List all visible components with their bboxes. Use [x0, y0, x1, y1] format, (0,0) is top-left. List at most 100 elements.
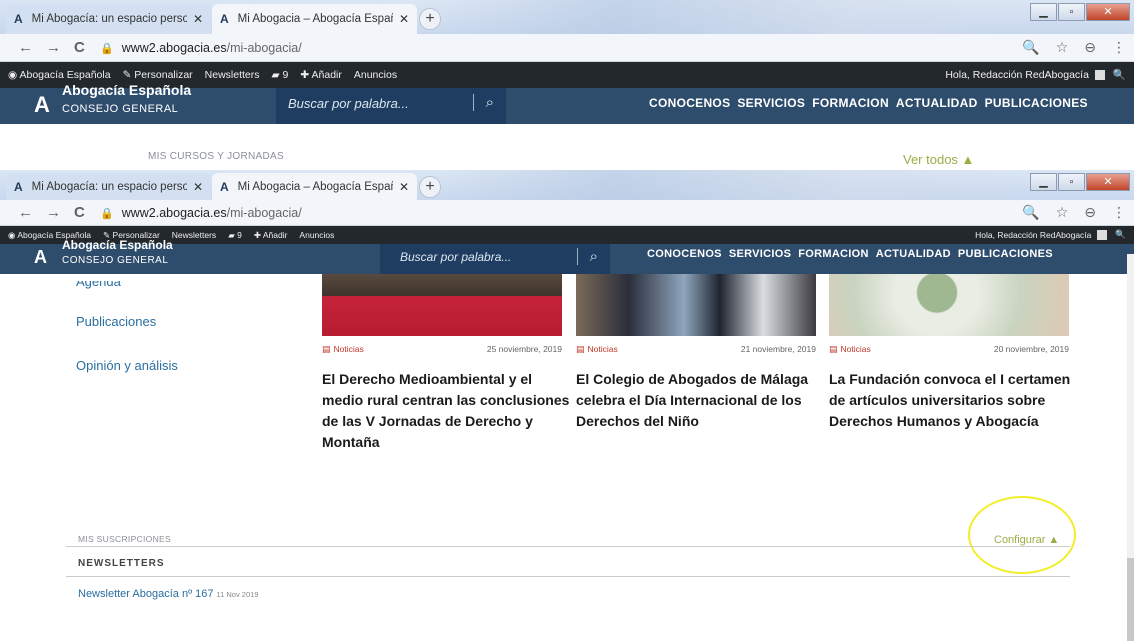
- sidebar-item-agenda[interactable]: Agenda: [76, 281, 121, 289]
- admin-user-menu[interactable]: Hola, Redacción RedAbogacía 🔍: [975, 229, 1126, 240]
- category-tag[interactable]: ▤ Noticias: [829, 344, 871, 355]
- profile-icon[interactable]: ⊖: [1084, 204, 1096, 221]
- tab-strip: A Mi Abogacía: un espacio persona ✕ A Mi…: [0, 170, 1134, 204]
- site-search-input[interactable]: Buscar por palabra... ⌕: [380, 244, 610, 274]
- admin-ads-link[interactable]: Anuncios: [354, 69, 397, 81]
- bookmark-star-icon[interactable]: ☆: [1056, 204, 1069, 221]
- menu-icon[interactable]: ⋮: [1112, 39, 1126, 56]
- scrollbar-thumb[interactable]: [1127, 558, 1134, 641]
- nav-conocenos[interactable]: CONOCENOS: [647, 248, 722, 260]
- window-close-icon[interactable]: ✕: [1086, 173, 1130, 191]
- news-title[interactable]: La Fundación convoca el I certamen de ar…: [829, 369, 1079, 432]
- admin-add-link[interactable]: ✚ Añadir: [300, 69, 342, 81]
- admin-customize-link[interactable]: ✎ Personalizar: [123, 69, 193, 81]
- sidebar-item-publicaciones[interactable]: Publicaciones: [76, 314, 156, 329]
- reload-icon[interactable]: C: [74, 39, 85, 56]
- nav-servicios[interactable]: SERVICIOS: [737, 96, 805, 110]
- minimize-icon[interactable]: ▁: [1030, 173, 1057, 191]
- nav-formacion[interactable]: FORMACION: [812, 96, 889, 110]
- divider: [66, 546, 1070, 547]
- admin-ads-link[interactable]: Anuncios: [299, 230, 334, 240]
- news-category-icon: ▤: [322, 344, 331, 354]
- my-courses-label: MIS CURSOS Y JORNADAS: [148, 151, 284, 162]
- favicon-icon: A: [220, 179, 229, 194]
- avatar: [1097, 229, 1108, 240]
- reload-icon[interactable]: C: [74, 204, 85, 221]
- news-image[interactable]: [322, 274, 562, 336]
- news-image[interactable]: [829, 274, 1069, 336]
- news-title[interactable]: El Derecho Medioambiental y el medio rur…: [322, 369, 572, 453]
- new-tab-button[interactable]: +: [419, 176, 441, 198]
- tab-mi-abogacia-espacio[interactable]: A Mi Abogacía: un espacio persona ✕: [6, 173, 211, 200]
- news-date: 21 noviembre, 2019: [740, 344, 816, 354]
- newsletters-heading: NEWSLETTERS: [78, 558, 165, 569]
- sidebar-item-opinion[interactable]: Opinión y análisis: [76, 358, 178, 373]
- nav-actualidad[interactable]: ACTUALIDAD: [876, 248, 951, 260]
- favicon-icon: A: [14, 12, 23, 26]
- scrollbar-track[interactable]: [1127, 254, 1134, 558]
- newsletter-item[interactable]: Newsletter Abogacía nº 167 11 Nov 2019: [78, 588, 258, 600]
- news-image[interactable]: [576, 274, 816, 336]
- minimize-icon[interactable]: ▁: [1030, 3, 1057, 21]
- admin-search-icon[interactable]: 🔍: [1115, 229, 1126, 240]
- highlight-circle: [968, 496, 1076, 574]
- tab-mi-abogacia-espacio[interactable]: A Mi Abogacía: un espacio persona ✕: [6, 4, 211, 34]
- forward-icon[interactable]: →: [46, 204, 61, 221]
- forward-icon[interactable]: →: [46, 39, 61, 56]
- site-header: A Abogacía Española CONSEJO GENERAL Busc…: [0, 82, 1134, 124]
- admin-site-link[interactable]: ◉ Abogacía Española: [8, 69, 111, 81]
- window-close-icon[interactable]: ✕: [1086, 3, 1130, 21]
- address-bar[interactable]: 🔒 www2.abogacia.es/mi-abogacia/: [100, 202, 1095, 224]
- admin-newsletters-link[interactable]: Newsletters: [205, 69, 260, 81]
- profile-icon[interactable]: ⊖: [1084, 39, 1096, 56]
- maximize-icon[interactable]: ▫: [1058, 3, 1085, 21]
- category-tag[interactable]: ▤ Noticias: [576, 344, 618, 355]
- close-tab-icon[interactable]: ✕: [193, 180, 203, 194]
- news-title[interactable]: El Colegio de Abogados de Málaga celebra…: [576, 369, 826, 432]
- tab-mi-abogacia[interactable]: A Mi Abogacia – Abogacía Español ✕: [212, 4, 417, 34]
- screenshot-bottom: A Mi Abogacía: un espacio persona ✕ A Mi…: [0, 170, 1134, 641]
- back-icon[interactable]: ←: [18, 39, 33, 56]
- nav-formacion[interactable]: FORMACION: [798, 248, 869, 260]
- close-tab-icon[interactable]: ✕: [399, 12, 409, 26]
- tab-mi-abogacia[interactable]: A Mi Abogacia – Abogacía Español ✕: [212, 173, 417, 200]
- address-bar[interactable]: 🔒 www2.abogacia.es/mi-abogacia/: [100, 37, 1095, 59]
- news-category-icon: ▤: [829, 344, 838, 354]
- admin-newsletters-link[interactable]: Newsletters: [172, 230, 216, 240]
- my-subscriptions-label: MIS SUSCRIPCIONES: [78, 534, 171, 544]
- admin-search-icon[interactable]: 🔍: [1113, 68, 1126, 81]
- see-all-link[interactable]: Ver todos ▲: [903, 152, 974, 167]
- site-search-input[interactable]: Buscar por palabra... ⌕: [276, 88, 506, 124]
- admin-comments-link[interactable]: ▰ 9: [228, 230, 242, 241]
- admin-add-link[interactable]: ✚ Añadir: [254, 230, 288, 241]
- lock-icon: 🔒: [100, 42, 114, 55]
- avatar: [1094, 69, 1105, 80]
- bookmark-star-icon[interactable]: ☆: [1056, 39, 1069, 56]
- new-tab-button[interactable]: +: [419, 8, 441, 30]
- close-tab-icon[interactable]: ✕: [193, 12, 203, 26]
- favicon-icon: A: [220, 12, 229, 26]
- admin-user-menu[interactable]: Hola, Redacción RedAbogacía 🔍: [945, 68, 1126, 82]
- nav-publicaciones[interactable]: PUBLICACIONES: [985, 96, 1088, 110]
- nav-conocenos[interactable]: CONOCENOS: [649, 96, 730, 110]
- search-icon[interactable]: ⌕: [472, 94, 494, 111]
- zoom-icon[interactable]: 🔍: [1022, 204, 1039, 221]
- nav-actualidad[interactable]: ACTUALIDAD: [896, 96, 978, 110]
- nav-servicios[interactable]: SERVICIOS: [729, 248, 791, 260]
- maximize-icon[interactable]: ▫: [1058, 173, 1085, 191]
- site-header: A Abogacía Española CONSEJO GENERAL Busc…: [0, 238, 1134, 274]
- search-icon[interactable]: ⌕: [576, 248, 598, 265]
- admin-comments-link[interactable]: ▰ 9: [272, 69, 289, 81]
- news-card[interactable]: ▤ Noticias 25 noviembre, 2019 El Derecho M…: [322, 274, 569, 453]
- category-tag[interactable]: ▤ Noticias: [322, 344, 364, 355]
- menu-icon[interactable]: ⋮: [1112, 204, 1126, 221]
- nav-publicaciones[interactable]: PUBLICACIONES: [958, 248, 1053, 260]
- zoom-icon[interactable]: 🔍: [1022, 39, 1039, 56]
- close-tab-icon[interactable]: ✕: [399, 180, 409, 194]
- newsletter-date: 11 Nov 2019: [216, 590, 259, 599]
- favicon-icon: A: [14, 179, 23, 194]
- tab-strip: A Mi Abogacía: un espacio persona ✕ A Mi…: [0, 0, 1134, 34]
- news-card[interactable]: ▤ Noticias 20 noviembre, 2019 La Fundación…: [829, 274, 1070, 432]
- back-icon[interactable]: ←: [18, 204, 33, 221]
- news-card[interactable]: ▤ Noticias 21 noviembre, 2019 El Colegio d…: [576, 274, 816, 432]
